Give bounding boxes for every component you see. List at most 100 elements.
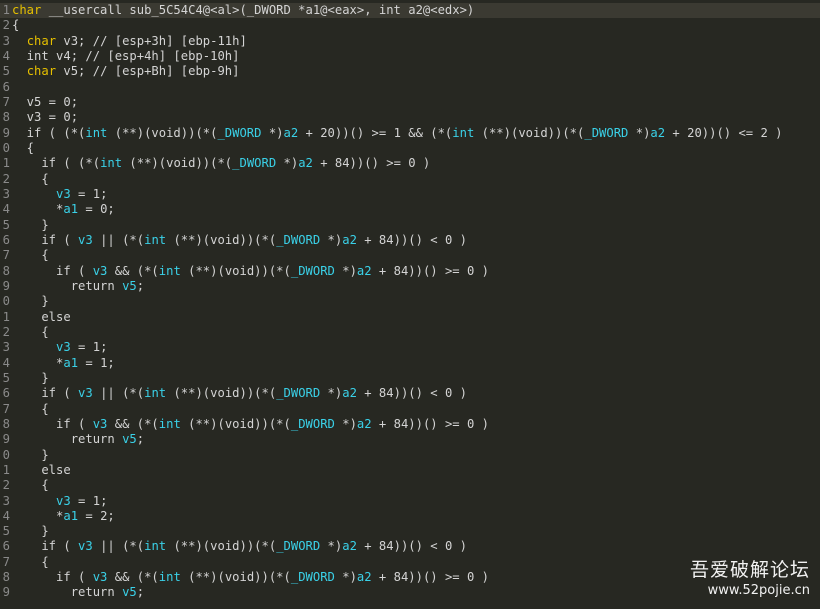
identifier: _DWORD [584,125,629,140]
code-token: = 1; [78,355,115,370]
code-token: { [12,18,20,33]
code-token: + 84))() >= 0 ) [371,416,489,431]
code-token: int v4; // [esp+4h] [ebp-10h] [12,48,240,63]
code-line[interactable]: 5 } [0,371,820,386]
code-token: + 84))() >= 0 ) [312,156,431,171]
watermark: 吾爱破解论坛 www.52pojie.cn [690,559,810,601]
code-token: + 20))() <= 2 ) [665,125,783,140]
code-line[interactable]: 0 { [0,141,820,156]
line-number: 1 [2,156,10,171]
identifier: a2 [342,386,357,401]
code-line[interactable]: 1 if ( (*(int (**)(void))(*(_DWORD *)a2 … [0,156,820,171]
identifier: _DWORD [290,263,335,278]
code-text: *a1 = 2; [12,509,115,524]
line-number: 5 [2,64,10,79]
code-token: if ( [12,570,93,585]
code-text: if ( v3 || (*(int (**)(void))(*(_DWORD *… [12,233,467,248]
code-text: char __usercall sub_5C54C4@<al>(_DWORD *… [12,3,474,18]
type-keyword: char [26,33,57,48]
code-line[interactable]: 9 return v5; [0,279,820,294]
code-token: = 1; [70,186,108,201]
code-line[interactable]: 1 else [0,463,820,478]
code-line[interactable]: 4 int v4; // [esp+4h] [ebp-10h] [0,49,820,64]
code-token: && (*( [107,416,159,431]
code-line[interactable]: 6 if ( v3 || (*(int (**)(void))(*(_DWORD… [0,539,820,554]
code-line[interactable]: 6 if ( v3 || (*(int (**)(void))(*(_DWORD… [0,386,820,401]
identifier: v3 [56,340,71,355]
code-line[interactable]: 1 else [0,310,820,325]
code-token: || (*( [92,539,145,554]
identifier: a1 [63,355,79,370]
code-token: } [12,447,49,462]
code-line[interactable]: 7 { [0,248,820,263]
code-line[interactable]: 2 { [0,325,820,340]
code-token: } [12,370,49,385]
identifier: int [144,386,167,401]
code-token: else [12,309,71,324]
code-token: + 84))() < 0 ) [356,232,467,247]
code-token: if ( [12,232,79,247]
code-text: *a1 = 0; [12,202,115,217]
code-line[interactable]: 8 v3 = 0; [0,110,820,125]
code-line[interactable]: 9 if ( (*(int (**)(void))(*(_DWORD *)a2 … [0,126,820,141]
code-line[interactable]: 4 *a1 = 2; [0,509,820,524]
line-number: 4 [2,508,10,523]
code-line[interactable]: 0 } [0,448,820,463]
code-token: (**)(void))(*( [166,386,277,401]
code-token: __usercall sub_5C54C4@<al>(_DWORD *a1@<e… [41,3,475,17]
code-text: if ( v3 && (*(int (**)(void))(*(_DWORD *… [12,264,489,279]
identifier: v3 [92,570,108,585]
line-number: 3 [2,186,10,201]
code-line[interactable]: 2 { [0,172,820,187]
code-token: *) [628,125,651,140]
code-text: *a1 = 1; [12,356,115,371]
line-number: 7 [2,554,10,569]
code-line[interactable]: 5 } [0,218,820,233]
code-line[interactable]: 6 [0,80,820,95]
code-text: return v5; [12,585,144,600]
code-line[interactable]: 3 v3 = 1; [0,187,820,202]
code-line[interactable]: 3 char v3; // [esp+3h] [ebp-11h] [0,34,820,49]
code-line[interactable]: 2 { [0,478,820,493]
code-text: { [12,141,34,156]
code-text: { [12,18,19,33]
code-line[interactable]: 4 *a1 = 0; [0,202,820,217]
code-text: } [12,447,49,463]
code-line[interactable]: 3 v3 = 1; [0,494,820,509]
code-line[interactable]: 2{ [0,18,820,33]
code-token: = 1; [70,340,108,355]
line-number: 0 [2,140,10,155]
code-text: else [12,463,70,478]
code-line[interactable]: 7 v5 = 0; [0,95,820,110]
code-text: return v5; [12,279,144,294]
line-number: 5 [2,524,10,539]
code-line[interactable]: 9 return v5; [0,432,820,447]
identifier: v5 [122,278,137,293]
code-token: return [12,278,123,293]
code-line[interactable]: 4 *a1 = 1; [0,356,820,371]
code-line[interactable]: 3 v3 = 1; [0,340,820,355]
code-token: v5 = 0; [12,94,79,109]
identifier: a2 [342,539,357,554]
code-line[interactable]: 8 if ( v3 && (*(int (**)(void))(*(_DWORD… [0,264,820,279]
code-token: (**)(void))(*( [474,125,585,140]
code-line[interactable]: 8 if ( v3 && (*(int (**)(void))(*(_DWORD… [0,417,820,432]
identifier: v3 [92,263,108,278]
identifier: _DWORD [276,386,321,401]
line-number: 7 [2,401,10,416]
code-line[interactable]: 5 } [0,524,820,539]
code-token: { [12,554,49,569]
code-line[interactable]: 6 if ( v3 || (*(int (**)(void))(*(_DWORD… [0,233,820,248]
identifier: a2 [298,156,313,171]
line-number: 9 [2,585,10,600]
code-token: ; [136,432,145,447]
line-number: 2 [2,171,10,186]
code-line[interactable]: 1 char __usercall sub_5C54C4@<al>(_DWORD … [0,3,820,19]
pseudocode-view[interactable]: 1 char __usercall sub_5C54C4@<al>(_DWORD … [0,3,820,609]
code-line[interactable]: 5 char v5; // [esp+Bh] [ebp-9h] [0,64,820,79]
code-line[interactable]: 7 { [0,402,820,417]
code-line[interactable]: 0 } [0,294,820,309]
